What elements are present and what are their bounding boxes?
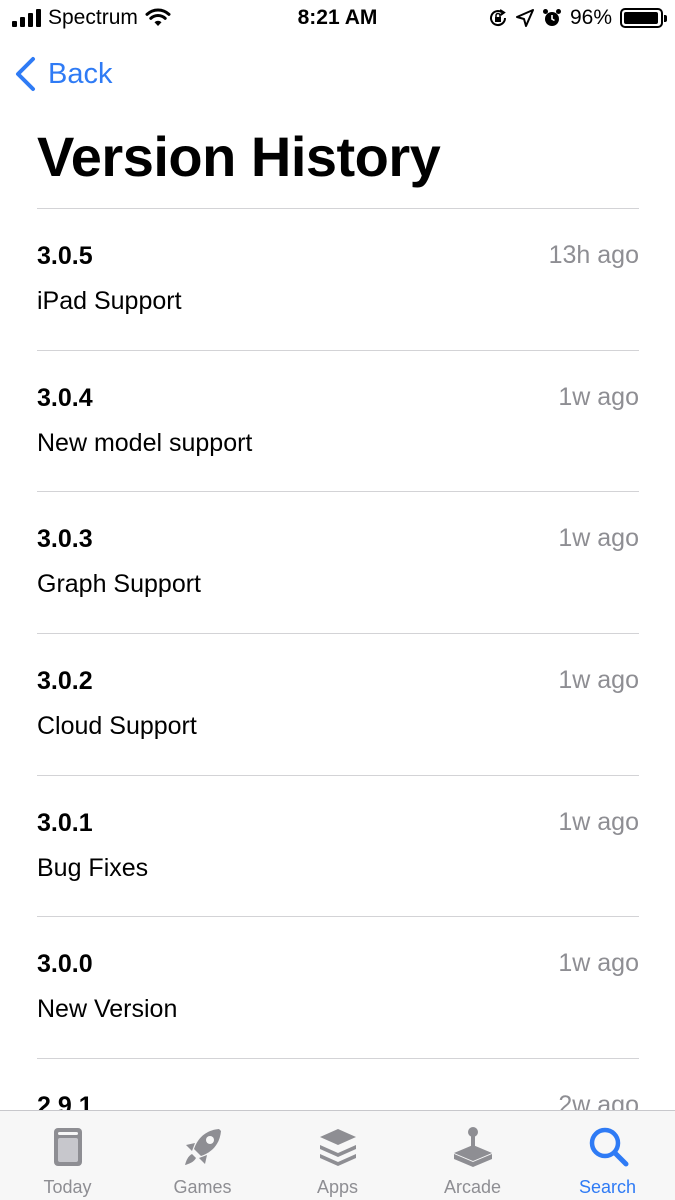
tab-label: Arcade [443, 1177, 502, 1197]
version-row: 3.0.1 1w ago Bug Fixes [37, 776, 639, 918]
version-row: 3.0.5 13h ago iPad Support [37, 209, 639, 351]
back-button[interactable]: Back [14, 56, 112, 92]
version-notes: New Version [37, 995, 178, 1024]
battery-percentage: 96% [569, 6, 612, 29]
version-notes: New model support [37, 428, 253, 457]
search-icon [589, 1127, 628, 1167]
status-right: 96% [488, 6, 667, 30]
version-row: 3.0.0 1w ago New Version [37, 917, 639, 1060]
tab-label: Search [578, 1177, 637, 1197]
version-number: 3.0.3 [37, 525, 93, 554]
tab-games[interactable]: Games [135, 1111, 270, 1200]
version-date: 1w ago [558, 807, 639, 836]
version-row: 3.0.3 1w ago Graph Support [37, 492, 639, 635]
page-title: Version History [37, 125, 441, 188]
version-row: 3.0.2 1w ago Cloud Support [37, 634, 639, 776]
version-list[interactable]: 3.0.5 13h ago iPad Support 3.0.4 1w ago … [37, 209, 639, 1200]
tab-arcade[interactable]: Arcade [405, 1111, 540, 1200]
version-number: 3.0.0 [37, 950, 93, 979]
version-date: 1w ago [558, 382, 639, 411]
tab-label: Apps [316, 1177, 359, 1197]
location-icon [515, 9, 534, 27]
status-bar: Spectrum 8:21 AM 96% [0, 0, 675, 38]
version-date: 1w ago [558, 949, 639, 978]
apps-stack-icon [319, 1129, 356, 1166]
version-notes: iPad Support [37, 287, 182, 315]
orientation-lock-icon [489, 9, 506, 27]
version-date: 1w ago [558, 524, 639, 553]
version-number: 3.0.5 [37, 242, 93, 270]
battery-icon [620, 8, 667, 28]
alarm-icon [542, 9, 561, 26]
version-row: 3.0.4 1w ago New model support [37, 351, 639, 493]
tab-today[interactable]: Today [0, 1111, 135, 1200]
version-notes: Graph Support [37, 570, 201, 599]
version-notes: Cloud Support [37, 712, 197, 741]
tab-search[interactable]: Search [540, 1111, 675, 1200]
tab-label: Today [43, 1177, 92, 1197]
chevron-left-icon [16, 57, 35, 91]
rocket-icon [184, 1129, 221, 1165]
version-number: 3.0.4 [37, 383, 93, 412]
version-date: 13h ago [548, 241, 639, 269]
version-date: 1w ago [558, 666, 639, 695]
back-label: Back [48, 57, 113, 90]
version-notes: Bug Fixes [37, 853, 149, 882]
joystick-icon [453, 1127, 492, 1167]
today-icon [53, 1128, 82, 1166]
version-number: 3.0.1 [37, 808, 93, 837]
tab-label: Games [173, 1177, 232, 1197]
tab-bar: Today Games Apps Arcade Search [0, 1110, 675, 1200]
tab-apps[interactable]: Apps [270, 1111, 405, 1200]
version-number: 3.0.2 [37, 667, 93, 696]
